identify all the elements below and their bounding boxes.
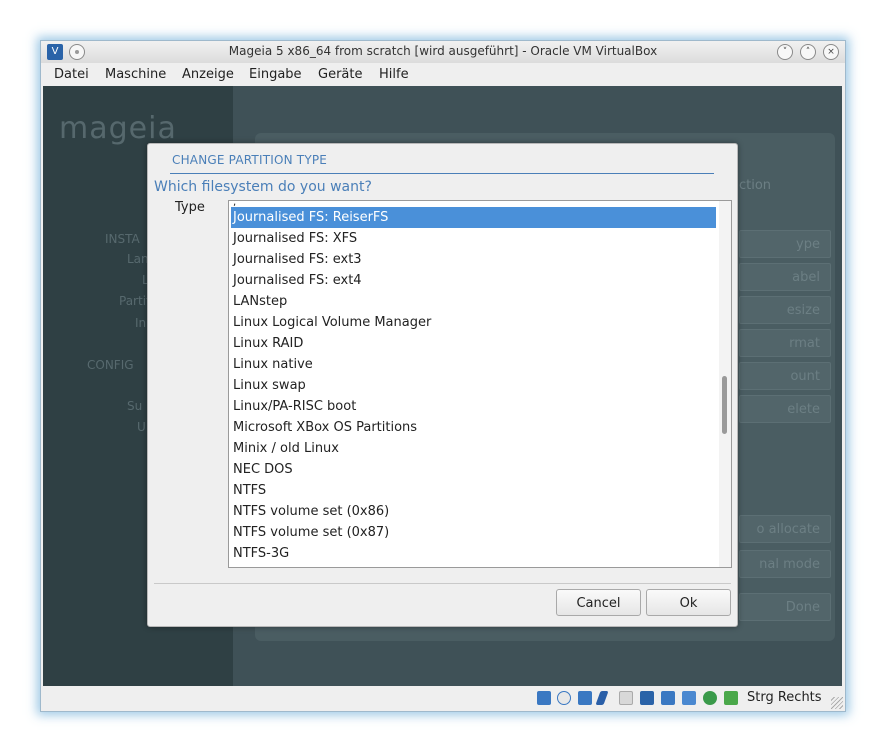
maximize-icon[interactable]: ˄ <box>800 44 816 60</box>
bg-normal-mode-button: nal mode <box>739 550 831 578</box>
list-item[interactable]: NTFS <box>231 480 716 501</box>
list-item[interactable]: Journalised FS: ext3 <box>231 249 716 270</box>
menu-bar: Datei Maschine Anzeige Eingabe Geräte Hi… <box>41 63 845 85</box>
bg-type-button: ype <box>739 230 831 258</box>
list-item[interactable]: Microsoft XBox OS Partitions <box>231 417 716 438</box>
list-item[interactable]: Minix / old Linux <box>231 438 716 459</box>
ok-button[interactable]: Ok <box>646 589 731 616</box>
type-label: Type <box>175 200 205 215</box>
close-icon[interactable]: × <box>823 44 839 60</box>
mouse-integration-icon[interactable] <box>703 691 717 705</box>
hdd-icon[interactable] <box>537 691 551 705</box>
list-item[interactable]: LANstep <box>231 291 716 312</box>
sidebar-step: Lan <box>127 252 149 266</box>
host-key-label: Strg Rechts <box>747 690 822 705</box>
menu-hilfe[interactable]: Hilfe <box>379 67 409 82</box>
filesystem-list[interactable]: , Journalised FS: ReiserFS Journalised F… <box>228 200 732 568</box>
dialog-title: CHANGE PARTITION TYPE <box>172 153 328 167</box>
cpu-icon[interactable] <box>682 691 696 705</box>
list-item[interactable]: Linux RAID <box>231 333 716 354</box>
title-bar[interactable]: V Mageia 5 x86_64 from scratch [wird aus… <box>41 41 845 63</box>
list-item[interactable]: NEC DOS <box>231 459 716 480</box>
menu-datei[interactable]: Datei <box>54 67 89 82</box>
list-item[interactable]: NTFS-3G <box>231 543 716 564</box>
sidebar-step: In <box>135 316 147 330</box>
list-item[interactable]: NTFS volume set (0x87) <box>231 522 716 543</box>
bg-format-button: rmat <box>739 329 831 357</box>
shared-folder-icon[interactable] <box>619 691 633 705</box>
usb-icon[interactable] <box>595 691 609 705</box>
minimize-icon[interactable]: ˅ <box>777 44 793 60</box>
sidebar-step: Su <box>127 399 143 413</box>
bg-done-button: Done <box>739 593 831 621</box>
menu-maschine[interactable]: Maschine <box>105 67 166 82</box>
menu-eingabe[interactable]: Eingabe <box>249 67 302 82</box>
list-item[interactable]: Journalised FS: XFS <box>231 228 716 249</box>
panel-fragment: ction <box>739 178 772 193</box>
list-item[interactable]: Linux swap <box>231 375 716 396</box>
menu-anzeige[interactable]: Anzeige <box>182 67 234 82</box>
bg-label-button: abel <box>739 263 831 291</box>
display-icon[interactable] <box>640 691 654 705</box>
network-icon[interactable] <box>578 691 592 705</box>
list-item[interactable]: Linux Logical Volume Manager <box>231 312 716 333</box>
capture-icon[interactable] <box>661 691 675 705</box>
sidebar-step: CONFIG <box>87 358 134 372</box>
status-bar: Strg Rechts <box>41 686 845 711</box>
list-item[interactable]: Linux/PA-RISC boot <box>231 396 716 417</box>
sidebar-step: Partit <box>119 294 151 308</box>
list-item[interactable]: NTFS volume set (0x86) <box>231 501 716 522</box>
list-item[interactable]: Journalised FS: ext4 <box>231 270 716 291</box>
mageia-logo: mageia <box>59 111 177 146</box>
scrollbar-thumb[interactable] <box>722 376 727 434</box>
sidebar-step: U <box>137 420 146 434</box>
bg-autoallocate-button: o allocate <box>739 515 831 543</box>
list-item-selected[interactable]: Journalised FS: ReiserFS <box>231 207 716 228</box>
list-item[interactable]: Linux native <box>231 354 716 375</box>
sidebar-step: INSTA <box>105 232 140 246</box>
bg-resize-button: esize <box>739 296 831 324</box>
bg-delete-button: elete <box>739 395 831 423</box>
resize-grip-icon[interactable] <box>831 697 843 709</box>
menu-geraete[interactable]: Geräte <box>318 67 362 82</box>
dialog-question: Which filesystem do you want? <box>154 179 372 195</box>
cd-icon[interactable] <box>557 691 571 705</box>
change-partition-type-dialog: CHANGE PARTITION TYPE Which filesystem d… <box>147 143 738 627</box>
cancel-button[interactable]: Cancel <box>556 589 641 616</box>
list-scrollbar[interactable] <box>719 201 731 567</box>
arrow-down-icon[interactable] <box>724 691 738 705</box>
title-divider <box>170 173 714 174</box>
bg-mount-button: ount <box>739 362 831 390</box>
window-title: Mageia 5 x86_64 from scratch [wird ausge… <box>228 44 658 58</box>
button-separator <box>154 583 731 584</box>
